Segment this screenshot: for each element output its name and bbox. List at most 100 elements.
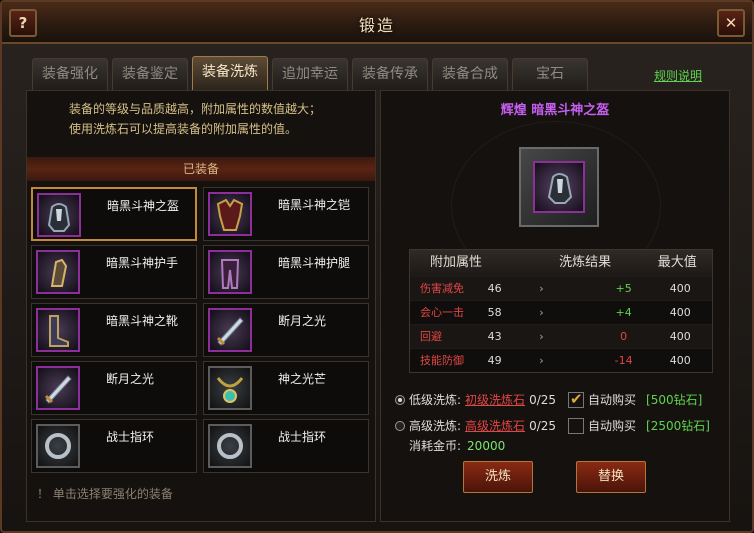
equipment-slot[interactable]: 暗黑斗神之盔 (31, 187, 197, 241)
description: 装备的等级与品质越高，附加属性的数值越大； 使用洗炼石可以提高装备的附加属性的值… (69, 99, 321, 139)
attribute-table: 附加属性 洗炼结果 最大值 伤害减免 46 › +5 400 会心一击 58 › +4 400 回避… (409, 249, 713, 373)
equipment-name: 暗黑斗神护手 (106, 256, 179, 270)
attribute-value: 46 (487, 282, 502, 295)
low-stone-link[interactable]: 初级洗炼石 (465, 391, 525, 408)
refine-result: +4 (615, 306, 632, 319)
arrow-icon: › (539, 306, 544, 319)
tab-3[interactable]: 追加幸运 (272, 58, 348, 90)
low-refine-option[interactable]: 低级洗炼: 初级洗炼石 0/25 自动购买 [500钻石] (395, 390, 703, 408)
header-max: 最大值 (657, 255, 697, 270)
equipment-name: 战士指环 (278, 430, 327, 444)
sword-icon (208, 308, 252, 352)
tab-bar: 装备强化 装备鉴定 装备洗炼 追加幸运 装备传承 装备合成 宝石 (32, 56, 588, 90)
equipment-slot[interactable]: 战士指环 (203, 419, 369, 473)
equipment-slot[interactable]: 暗黑斗神之靴 (31, 303, 197, 357)
low-gem-cost: [500钻石] (646, 393, 703, 407)
high-stone-link[interactable]: 高级洗炼石 (465, 417, 525, 434)
description-line: 使用洗炼石可以提高装备的附加属性的值。 (69, 122, 298, 136)
tab-6[interactable]: 宝石 (512, 58, 588, 90)
tab-1[interactable]: 装备鉴定 (112, 58, 188, 90)
attribute-value: 49 (487, 354, 502, 367)
rules-link[interactable]: 规则说明 (654, 67, 702, 84)
equipped-header: 已装备 (27, 157, 375, 181)
high-refine-radio[interactable] (395, 420, 405, 431)
equipment-name: 暗黑斗神之铠 (278, 198, 351, 212)
equipment-slot[interactable]: 暗黑斗神之铠 (203, 187, 369, 241)
window-title: 锻造 (358, 16, 395, 35)
helmet-icon (37, 193, 81, 237)
low-auto-buy-label: 自动购买 (588, 393, 637, 407)
equipment-slot[interactable]: 断月之光 (31, 361, 197, 415)
attribute-max: 400 (669, 306, 691, 319)
low-refine-label: 低级洗炼: (409, 393, 462, 407)
boots-icon (36, 308, 80, 352)
attribute-max: 400 (669, 282, 691, 295)
high-gem-cost: [2500钻石] (646, 419, 710, 433)
necklace-icon (208, 366, 252, 410)
attribute-value: 58 (487, 306, 502, 319)
equipment-name: 暗黑斗神之靴 (106, 314, 179, 328)
equipment-name: 神之光芒 (278, 372, 327, 386)
equipment-slot[interactable]: 暗黑斗神护手 (31, 245, 197, 299)
sword-icon (36, 366, 80, 410)
gold-cost-value: 20000 (467, 439, 506, 453)
high-refine-label: 高级洗炼: (409, 419, 462, 433)
table-header: 附加属性 洗炼结果 最大值 (410, 250, 712, 276)
close-button[interactable]: ✕ (717, 9, 745, 37)
forge-window: ? 锻造 ✕ 装备强化 装备鉴定 装备洗炼 追加幸运 装备传承 装备合成 宝石 规则说明 装… (0, 0, 754, 533)
arrow-icon: › (539, 282, 544, 295)
equipment-name: 断月之光 (278, 314, 327, 328)
header-attribute: 附加属性 (430, 255, 483, 270)
attribute-name: 伤害减免 (420, 282, 464, 295)
header-result: 洗炼结果 (559, 255, 612, 270)
table-row: 回避 43 › 0 400 (410, 324, 712, 348)
equipment-name: 战士指环 (106, 430, 155, 444)
equipment-slot[interactable]: 暗黑斗神护腿 (203, 245, 369, 299)
equipment-name: 暗黑斗神护腿 (278, 256, 351, 270)
low-auto-buy-checkbox[interactable] (568, 390, 585, 408)
armor-icon (208, 192, 252, 236)
table-row: 伤害减免 46 › +5 400 (410, 276, 712, 300)
replace-button[interactable]: 替换 (576, 461, 646, 493)
arrow-icon: › (539, 330, 544, 343)
table-row: 会心一击 58 › +4 400 (410, 300, 712, 324)
arrow-icon: › (539, 354, 544, 367)
refine-panel: 辉煌 暗黑斗神之盔 附加属性 洗炼结果 最大值 伤害减免 46 › +5 400 会心一击… (380, 90, 730, 522)
helmet-icon (533, 161, 585, 213)
tab-5[interactable]: 装备合成 (432, 58, 508, 90)
gauntlet-icon (36, 250, 80, 294)
tab-4[interactable]: 装备传承 (352, 58, 428, 90)
table-row: 技能防御 49 › -14 400 (410, 348, 712, 372)
high-stone-count: 0/25 (529, 418, 557, 433)
high-refine-option[interactable]: 高级洗炼: 高级洗炼石 0/25 自动购买 [2500钻石] (395, 417, 710, 434)
attribute-max: 400 (669, 354, 691, 367)
high-auto-buy-label: 自动购买 (588, 419, 637, 433)
ring-icon (36, 424, 80, 468)
refine-result: -14 (614, 354, 633, 367)
equipment-slot[interactable]: 断月之光 (203, 303, 369, 357)
low-refine-radio[interactable] (395, 394, 405, 405)
attribute-value: 43 (487, 330, 502, 343)
equipment-name: 断月之光 (106, 372, 155, 386)
selected-item-frame (519, 147, 599, 227)
equipment-slot[interactable]: 神之光芒 (203, 361, 369, 415)
low-stone-count: 0/25 (529, 392, 557, 407)
equipment-name: 暗黑斗神之盔 (107, 199, 180, 213)
equipment-grid: 暗黑斗神之盔 暗黑斗神之铠 暗黑斗神护手 暗黑斗神护腿 暗黑斗神之靴 断月之光 断月之光 神之… (31, 187, 371, 473)
refine-button[interactable]: 洗炼 (463, 461, 533, 493)
attribute-name: 技能防御 (420, 354, 464, 367)
gold-cost: 消耗金币: 20000 (409, 437, 505, 454)
table-body: 伤害减免 46 › +5 400 会心一击 58 › +4 400 回避 43 › 0 400 技能防御 49 ›… (410, 276, 712, 372)
tab-0[interactable]: 装备强化 (32, 58, 108, 90)
ring-icon (208, 424, 252, 468)
attribute-name: 回避 (420, 330, 442, 343)
leggings-icon (208, 250, 252, 294)
refine-result: +5 (615, 282, 632, 295)
tab-2[interactable]: 装备洗炼 (192, 56, 268, 90)
equipment-panel: 装备的等级与品质越高，附加属性的数值越大； 使用洗炼石可以提高装备的附加属性的值… (26, 90, 376, 522)
hint-text: ！ 单击选择要强化的装备 (37, 487, 173, 501)
high-auto-buy-checkbox[interactable] (568, 417, 585, 434)
title-bar: ? 锻造 ✕ (2, 2, 752, 44)
item-title: 辉煌 暗黑斗神之盔 (500, 103, 610, 118)
equipment-slot[interactable]: 战士指环 (31, 419, 197, 473)
